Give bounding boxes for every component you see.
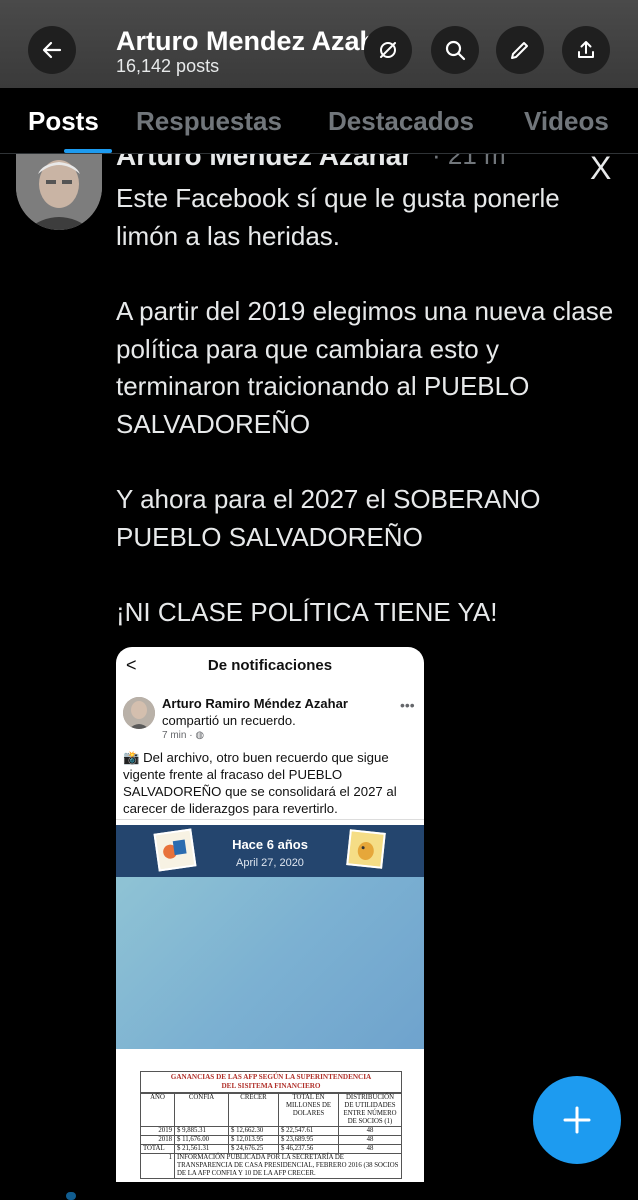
post-image[interactable]: < De notificaciones Arturo Ramiro Méndez… (116, 647, 424, 1182)
doc-header: DISTRIBUCIÓN DE UTILIDADES ENTRE NÚMERO … (338, 1093, 402, 1127)
table-row: TOTAL $ 21,561.31 $ 24,676.25 $ 46,237.5… (140, 1144, 402, 1154)
table-row: 2018 $ 11,676.00 $ 12,013.95 $ 23,689.95… (140, 1135, 402, 1145)
post-text: Este Facebook sí que le gusta ponerle li… (116, 180, 626, 632)
tab-posts[interactable]: Posts (28, 106, 99, 137)
divider (116, 819, 424, 820)
edit-icon (511, 42, 528, 59)
fb-body: 📸 Del archivo, otro buen recuerdo que si… (123, 750, 397, 816)
profile-name: Arturo Mendez Azahar (116, 26, 402, 56)
tab-respuestas[interactable]: Respuestas (136, 106, 282, 137)
active-tab-indicator (64, 149, 112, 153)
edit-button[interactable] (496, 26, 544, 74)
back-arrow-icon (42, 41, 62, 59)
back-button[interactable] (28, 26, 76, 74)
search-button[interactable] (431, 26, 479, 74)
more-icon: ••• (400, 697, 415, 713)
post-line: Este Facebook sí que le gusta ponerle li… (116, 183, 560, 251)
post-line: ¡NI CLASE POLÍTICA TIENE YA! (116, 597, 498, 627)
fb-avatar (123, 697, 155, 729)
fb-shared-text: compartió un recuerdo. (162, 713, 296, 728)
memory-photo (116, 877, 424, 1049)
avatar[interactable] (16, 154, 102, 230)
post-line: Y ahora para el 2027 el SOBERANO PUEBLO … (116, 484, 541, 552)
doc-title: GANANCIAS DE LAS AFP SEGÚN LA SUPERINTEN… (140, 1071, 402, 1093)
fb-title: De notificaciones (207, 657, 333, 674)
share-icon (578, 41, 594, 58)
nav-indicator (66, 1192, 76, 1200)
globe-icon: ◍ (195, 730, 205, 741)
profile-tabs: Posts Respuestas Destacados Videos (0, 88, 638, 154)
fb-meta: 7 min · ◍ (162, 730, 205, 741)
doc-header: AÑO (140, 1093, 175, 1127)
plus-icon (563, 1106, 591, 1134)
memory-band: Hace 6 años April 27, 2020 (116, 825, 424, 877)
doc-table: AÑO CONFIA CRECER TOTAL EN MILLONES DE D… (140, 1093, 402, 1179)
doc-header: CONFIA (174, 1093, 229, 1127)
grok-button[interactable] (364, 26, 412, 74)
table-row: 1 INFORMACIÓN PUBLICADA POR LA SECRETARÍ… (140, 1153, 402, 1179)
sticker-icon (346, 829, 386, 869)
fb-author: Arturo Ramiro Méndez Azahar (162, 696, 348, 711)
grok-icon (380, 42, 396, 58)
tab-destacados[interactable]: Destacados (328, 106, 474, 137)
fb-topbar: < De notificaciones (116, 647, 424, 685)
tab-videos[interactable]: Videos (524, 106, 609, 137)
afp-earnings-document: GANANCIAS DE LAS AFP SEGÚN LA SUPERINTEN… (140, 1071, 402, 1179)
search-icon (445, 40, 466, 61)
post-count: 16,142 posts (116, 56, 220, 76)
post-line: A partir del 2019 elegimos una nueva cla… (116, 296, 614, 439)
doc-note: INFORMACIÓN PUBLICADA POR LA SECRETARÍA … (174, 1153, 402, 1179)
share-button[interactable] (562, 26, 610, 74)
doc-header: TOTAL EN MILLONES DE DOLARES (278, 1093, 339, 1127)
compose-button[interactable] (533, 1076, 621, 1164)
doc-header: CRECER (228, 1093, 279, 1127)
table-row: 2019 $ 9,885.31 $ 12,662.30 $ 22,547.61 … (140, 1126, 402, 1136)
profile-header: Arturo Mendez Azahar 16,142 posts (0, 0, 638, 88)
